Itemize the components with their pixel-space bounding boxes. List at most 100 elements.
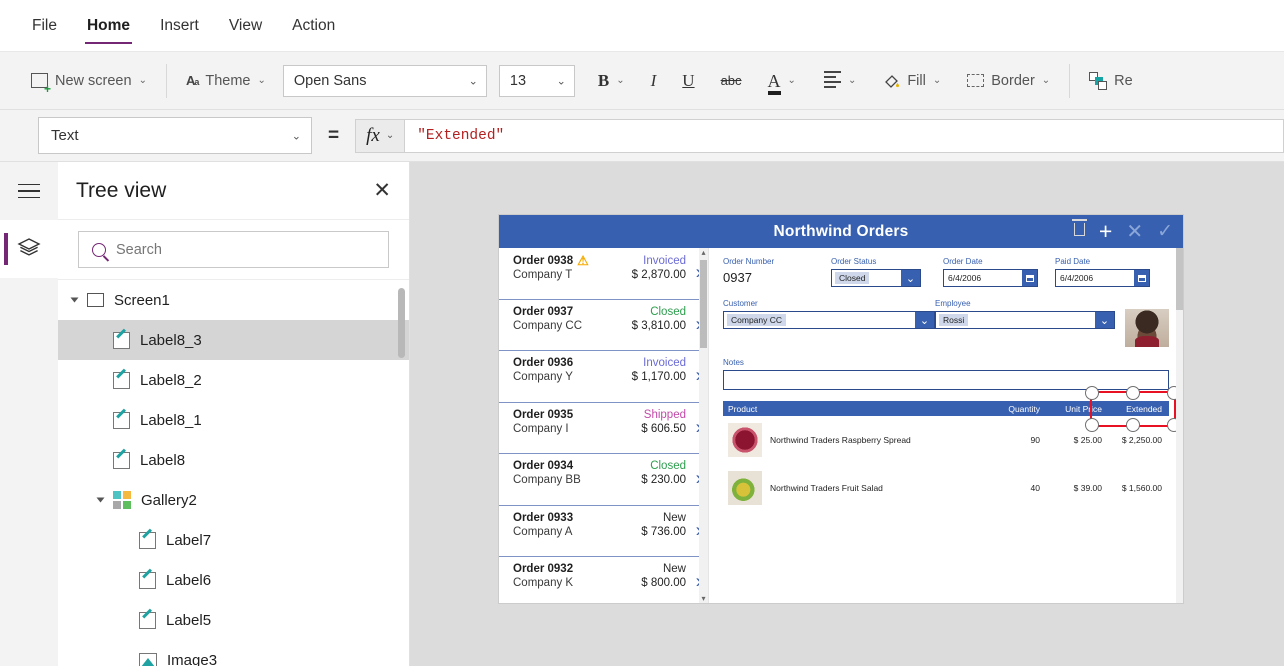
order-company: Company Y [513, 371, 573, 383]
plus-icon[interactable]: + [1099, 220, 1112, 243]
tree-item-gallery2[interactable]: Gallery2 [58, 480, 409, 520]
search-box[interactable] [78, 231, 389, 268]
tree-item-label5[interactable]: Label5 [58, 600, 409, 640]
tree-view-panel: Tree view ✕ Screen1 Label8_3 Label8_2 Label… [58, 162, 410, 666]
tree-item-label: Image3 [167, 651, 218, 666]
customer-dropdown[interactable]: Company CC ⌄ [723, 311, 935, 329]
align-button[interactable]: ⌄ [815, 65, 865, 97]
underline-button[interactable]: U [673, 65, 703, 97]
tree-item-label8_3[interactable]: Label8_3 [58, 320, 409, 360]
new-screen-button[interactable]: New screen ⌄ [22, 67, 156, 95]
property-select-wrap: Text ⌄ [38, 117, 312, 154]
check-icon[interactable]: ✓ [1157, 222, 1173, 241]
tree-view-header: Tree view ✕ [58, 162, 409, 220]
font-color-button[interactable]: A ⌄ [759, 66, 805, 96]
order-number-label: Order Number [723, 257, 775, 266]
product-row[interactable]: Northwind Traders Raspberry Spread 90 $ 25… [723, 416, 1169, 464]
orders-scrollbar[interactable]: ▴ ▾ [699, 248, 708, 603]
reorder-button[interactable]: Re [1080, 66, 1142, 96]
underline-icon: U [682, 70, 695, 90]
bold-button[interactable]: B ⌄ [589, 65, 634, 97]
menu-item-file[interactable]: File [30, 3, 59, 48]
paid-date-picker[interactable]: 6/4/2006 [1055, 269, 1150, 287]
order-number-text: Order 0934 [513, 460, 574, 472]
rail-item-tree-view[interactable] [0, 220, 58, 278]
property-select[interactable]: Text [38, 117, 312, 154]
order-number: Order 0937 [513, 306, 573, 318]
order-company: Company BB [513, 474, 581, 486]
tree-item-label8[interactable]: Label8 [58, 440, 409, 480]
equals-sign: = [328, 124, 340, 146]
order-status-text: New [662, 511, 686, 524]
order-list-item[interactable]: Order 0934ClosedCompany BB$ 230.00› [499, 454, 708, 506]
menu-item-home[interactable]: Home [84, 3, 133, 48]
theme-button[interactable]: Aa Theme ⌄ [177, 67, 275, 95]
font-family-select[interactable]: Open Sans [282, 64, 487, 97]
order-list-item[interactable]: Order 0935ShippedCompany I$ 606.50› [499, 403, 708, 454]
order-list-item[interactable]: Order 0932NewCompany K$ 800.00› [499, 557, 708, 603]
close-icon[interactable]: ✕ [1126, 222, 1143, 242]
order-status-field: Order Status Closed ⌄ [831, 257, 943, 287]
order-company: Company I [513, 422, 569, 435]
order-status-text: New [662, 563, 686, 575]
search-input[interactable] [116, 241, 388, 258]
tree-item-screen1[interactable]: Screen1 [58, 280, 409, 320]
fx-button[interactable]: fx ⌄ [355, 118, 405, 153]
tree-item-label: Label8_2 [140, 371, 202, 389]
paid-date-field: Paid Date 6/4/2006 [1055, 257, 1167, 287]
chevron-down-icon[interactable]: ⌄ [1095, 312, 1114, 328]
font-size-select[interactable]: 13 [498, 64, 575, 97]
close-icon[interactable]: ✕ [373, 180, 391, 201]
chevron-down-icon[interactable]: ⌄ [915, 312, 934, 328]
tree-scrollbar[interactable] [398, 280, 405, 666]
order-list-item[interactable]: Order 0936InvoicedCompany Y$ 1,170.00› [499, 351, 708, 403]
order-status-dropdown[interactable]: Closed ⌄ [831, 269, 921, 287]
order-date-picker[interactable]: 6/4/2006 [943, 269, 1038, 287]
order-list-item[interactable]: Order 0938⚠InvoicedCompany T$ 2,870.00› [499, 248, 708, 300]
notes-field: Notes [723, 358, 1169, 390]
product-row[interactable]: Northwind Traders Fruit Salad 40 $ 39.00 $ … [723, 464, 1169, 512]
customer-field: Customer Company CC ⌄ [723, 299, 935, 347]
tree-item-label: Label6 [166, 571, 212, 589]
chevron-down-icon: ⌄ [616, 75, 625, 86]
tree-list: Screen1 Label8_3 Label8_2 Label8_1 Label8 Gal… [58, 280, 409, 666]
calendar-icon[interactable] [1022, 270, 1037, 286]
strikethrough-button[interactable]: abc [712, 67, 751, 94]
hamburger-menu-button[interactable] [0, 162, 58, 220]
expand-caret-icon[interactable] [96, 497, 105, 503]
order-number: Order 0933 [513, 512, 573, 524]
order-list-item[interactable]: Order 0937ClosedCompany CC$ 3,810.00› [499, 300, 708, 351]
expand-caret-icon[interactable] [70, 297, 79, 303]
order-number-field: Order Number 0937 [723, 257, 831, 287]
tree-item-label: Label5 [166, 611, 212, 629]
tree-item-label7[interactable]: Label7 [58, 520, 409, 560]
tree-item-label6[interactable]: Label6 [58, 560, 409, 600]
formula-input[interactable]: "Extended" [404, 118, 1284, 153]
trash-icon[interactable] [1071, 219, 1087, 240]
tree-item-label8_2[interactable]: Label8_2 [58, 360, 409, 400]
scroll-down-icon[interactable]: ▾ [699, 594, 708, 603]
chevron-down-icon[interactable]: ⌄ [901, 270, 920, 286]
left-rail [0, 162, 58, 666]
orders-scrollbar-thumb[interactable] [700, 260, 707, 348]
italic-button[interactable]: I [642, 65, 666, 97]
menu-item-action[interactable]: Action [290, 3, 337, 48]
column-header-extended[interactable]: Extended [1102, 404, 1164, 414]
calendar-icon[interactable] [1134, 270, 1149, 286]
order-company: Company T [513, 269, 573, 281]
ribbon-divider-2 [1069, 63, 1071, 98]
tree-item-image3[interactable]: Image3 [58, 640, 409, 666]
detail-scrollbar[interactable] [1176, 248, 1183, 603]
detail-scrollbar-thumb[interactable] [1176, 248, 1183, 310]
menu-item-insert[interactable]: Insert [158, 3, 201, 48]
notes-input[interactable] [723, 370, 1169, 390]
fill-button[interactable]: Fill ⌄ [875, 67, 950, 95]
tree-item-label8_1[interactable]: Label8_1 [58, 400, 409, 440]
employee-dropdown[interactable]: Rossi ⌄ [935, 311, 1115, 329]
order-list-item[interactable]: Order 0933NewCompany A$ 736.00› [499, 506, 708, 557]
scroll-up-icon[interactable]: ▴ [699, 248, 708, 257]
border-button[interactable]: Border ⌄ [958, 67, 1059, 95]
label-icon [113, 451, 130, 469]
menu-item-view[interactable]: View [227, 3, 264, 48]
tree-scrollbar-thumb[interactable] [398, 288, 405, 358]
